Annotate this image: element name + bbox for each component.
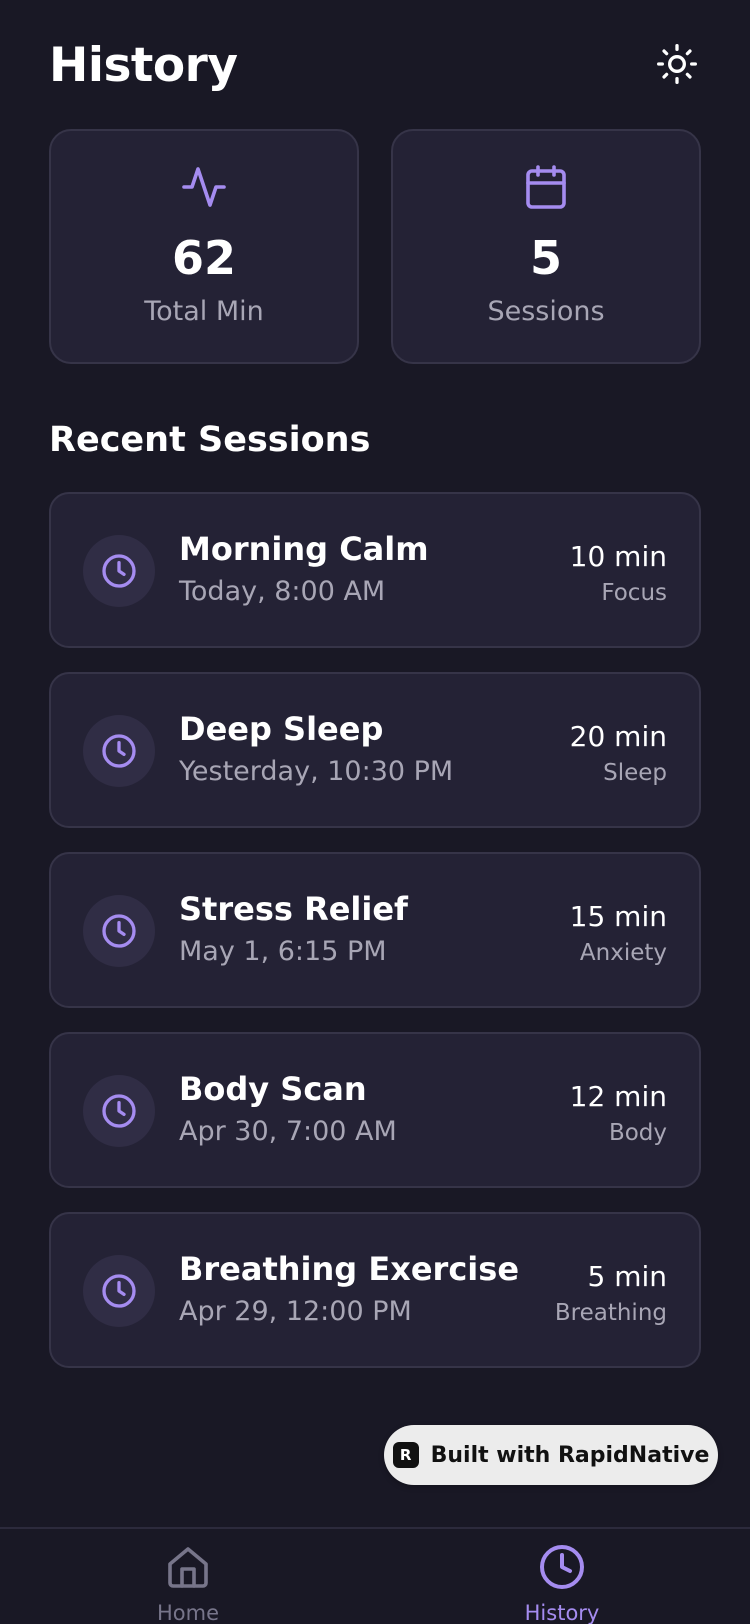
session-icon-circle (83, 715, 155, 787)
tab-label: Home (156, 1601, 219, 1624)
sun-icon (657, 44, 697, 84)
session-item[interactable]: Stress Relief May 1, 6:15 PM 15 min Anxi… (49, 852, 701, 1008)
clock-icon (540, 1545, 584, 1589)
clock-icon (102, 734, 136, 768)
clock-icon (102, 1094, 136, 1128)
session-date: May 1, 6:15 PM (179, 936, 387, 967)
theme-toggle-button[interactable] (653, 40, 701, 88)
session-name: Breathing Exercise (179, 1250, 520, 1288)
stat-value: 5 (529, 231, 562, 285)
built-with-badge[interactable]: R Built with RapidNative (384, 1425, 718, 1485)
stat-label: Total Min (144, 296, 264, 327)
session-name: Deep Sleep (179, 710, 384, 748)
session-duration: 12 min (569, 1080, 667, 1113)
session-icon-circle (83, 1255, 155, 1327)
stat-card-total-min: 62 Total Min (49, 129, 359, 364)
session-icon-circle (83, 895, 155, 967)
tab-history[interactable]: History (462, 1529, 662, 1624)
session-duration: 10 min (569, 540, 667, 573)
history-screen: History 62 Total Min 5 Sessions Recent S… (0, 0, 750, 1624)
session-name: Stress Relief (179, 890, 408, 928)
session-item[interactable]: Body Scan Apr 30, 7:00 AM 12 min Body (49, 1032, 701, 1188)
rapidnative-logo-icon: R (392, 1442, 419, 1468)
session-icon-circle (83, 535, 155, 607)
session-category: Breathing (554, 1300, 667, 1326)
session-duration: 15 min (569, 900, 667, 933)
stat-card-sessions: 5 Sessions (391, 129, 701, 364)
stat-label: Sessions (487, 296, 605, 327)
session-date: Apr 30, 7:00 AM (179, 1116, 397, 1147)
session-duration: 5 min (587, 1260, 667, 1293)
stat-value: 62 (171, 231, 236, 285)
clock-icon (102, 554, 136, 588)
session-icon-circle (83, 1075, 155, 1147)
home-icon (168, 1547, 208, 1588)
clock-icon (102, 914, 136, 948)
header: History (49, 30, 701, 100)
session-category: Sleep (603, 760, 667, 786)
tab-home[interactable]: Home (88, 1529, 288, 1624)
session-item[interactable]: Deep Sleep Yesterday, 10:30 PM 20 min Sl… (49, 672, 701, 828)
section-title-recent-sessions: Recent Sessions (49, 420, 371, 460)
session-category: Anxiety (579, 940, 667, 966)
session-date: Apr 29, 12:00 PM (179, 1296, 412, 1327)
session-name: Body Scan (179, 1070, 367, 1108)
calendar-icon (526, 165, 566, 209)
session-name: Morning Calm (179, 530, 429, 568)
bottom-tab-bar: Home History (0, 1527, 750, 1624)
session-category: Body (608, 1120, 667, 1146)
session-date: Today, 8:00 AM (179, 576, 386, 607)
clock-icon (102, 1274, 136, 1308)
activity-icon (182, 167, 226, 207)
session-item[interactable]: Morning Calm Today, 8:00 AM 10 min Focus (49, 492, 701, 648)
session-category: Focus (601, 580, 667, 606)
session-item[interactable]: Breathing Exercise Apr 29, 12:00 PM 5 mi… (49, 1212, 701, 1368)
tab-label: History (524, 1601, 600, 1624)
stats-row: 62 Total Min 5 Sessions (49, 129, 701, 364)
badge-text: Built with RapidNative (430, 1442, 710, 1468)
session-duration: 20 min (569, 720, 667, 753)
page-title: History (49, 38, 238, 93)
session-date: Yesterday, 10:30 PM (179, 756, 454, 787)
